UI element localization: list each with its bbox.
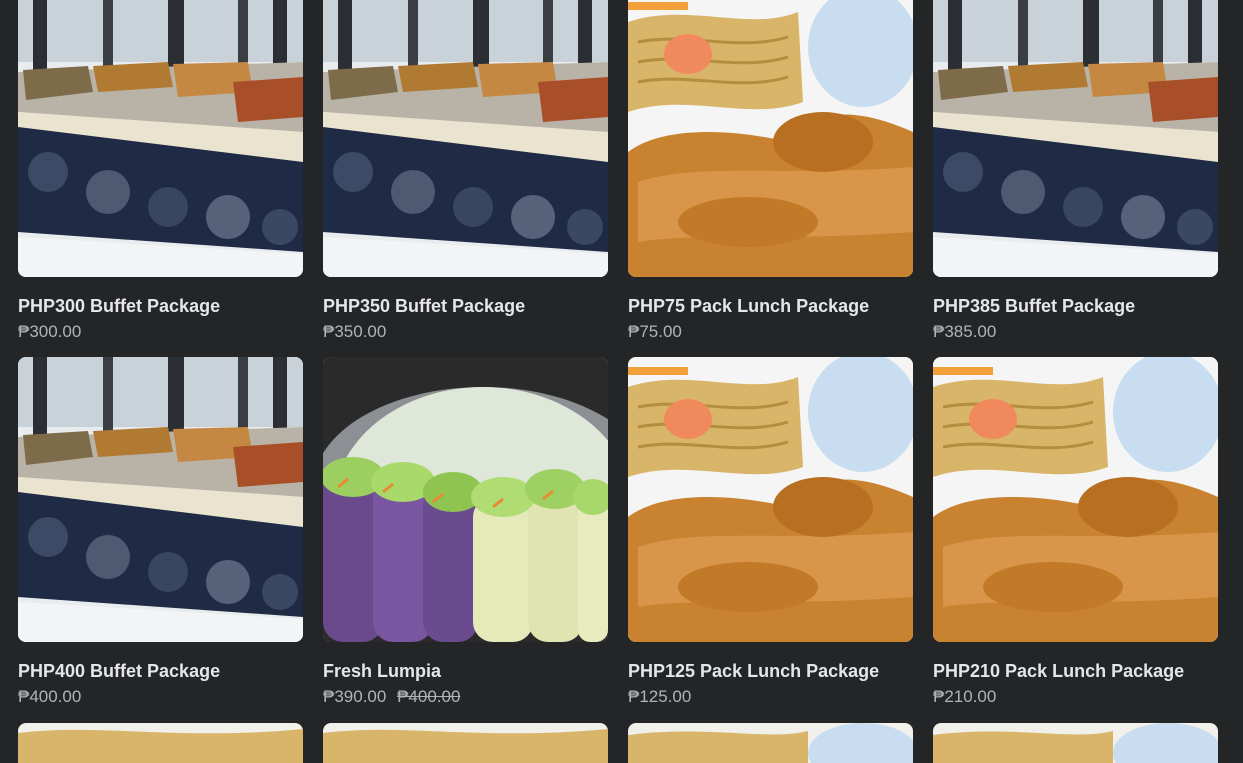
product-title[interactable]: Fresh Lumpia bbox=[323, 660, 608, 682]
product-card[interactable]: PHP75 Pack Lunch Package ₱75.00 bbox=[628, 0, 913, 357]
product-row: PHP300 Buffet Package ₱300.00 PHP350 Buf… bbox=[18, 0, 1218, 357]
product-image-lunch[interactable] bbox=[933, 357, 1218, 642]
product-image-lunch[interactable] bbox=[628, 0, 913, 277]
product-grid: PHP300 Buffet Package ₱300.00 PHP350 Buf… bbox=[18, 0, 1218, 722]
product-image-buffet[interactable] bbox=[323, 0, 608, 277]
product-title[interactable]: PHP210 Pack Lunch Package bbox=[933, 660, 1218, 682]
product-image-partial[interactable] bbox=[18, 723, 303, 763]
product-price-line: ₱390.00 ₱400.00 bbox=[323, 687, 608, 707]
product-image-partial[interactable] bbox=[628, 723, 913, 763]
product-title[interactable]: PHP400 Buffet Package bbox=[18, 660, 303, 682]
product-card[interactable]: PHP300 Buffet Package ₱300.00 bbox=[18, 0, 303, 357]
product-card[interactable]: PHP385 Buffet Package ₱385.00 bbox=[933, 0, 1218, 357]
product-price: ₱210.00 bbox=[933, 687, 997, 706]
product-card[interactable]: Fresh Lumpia ₱390.00 ₱400.00 bbox=[323, 357, 608, 722]
product-price-line: ₱125.00 bbox=[628, 687, 913, 707]
product-price-line: ₱400.00 bbox=[18, 687, 303, 707]
product-card[interactable]: PHP125 Pack Lunch Package ₱125.00 bbox=[628, 357, 913, 722]
product-original-price: ₱400.00 bbox=[397, 687, 461, 706]
product-card[interactable]: PHP350 Buffet Package ₱350.00 bbox=[323, 0, 608, 357]
product-title[interactable]: PHP350 Buffet Package bbox=[323, 295, 608, 317]
product-price: ₱385.00 bbox=[933, 322, 997, 341]
next-product-row-partial bbox=[18, 723, 1218, 763]
product-image-partial[interactable] bbox=[323, 723, 608, 763]
product-card[interactable]: PHP400 Buffet Package ₱400.00 bbox=[18, 357, 303, 722]
product-price-line: ₱75.00 bbox=[628, 322, 913, 342]
product-image-partial[interactable] bbox=[933, 723, 1218, 763]
product-price: ₱350.00 bbox=[323, 322, 387, 341]
product-title[interactable]: PHP385 Buffet Package bbox=[933, 295, 1218, 317]
product-title[interactable]: PHP75 Pack Lunch Package bbox=[628, 295, 913, 317]
product-image-lunch[interactable] bbox=[628, 357, 913, 642]
product-title[interactable]: PHP125 Pack Lunch Package bbox=[628, 660, 913, 682]
product-price-line: ₱300.00 bbox=[18, 322, 303, 342]
product-image-lumpia[interactable] bbox=[323, 357, 608, 642]
product-row: PHP400 Buffet Package ₱400.00 Fresh Lump… bbox=[18, 357, 1218, 722]
product-price-line: ₱350.00 bbox=[323, 322, 608, 342]
product-price: ₱400.00 bbox=[18, 687, 82, 706]
product-price: ₱125.00 bbox=[628, 687, 692, 706]
product-image-buffet[interactable] bbox=[18, 0, 303, 277]
product-price: ₱300.00 bbox=[18, 322, 82, 341]
product-card[interactable]: PHP210 Pack Lunch Package ₱210.00 bbox=[933, 357, 1218, 722]
product-price-line: ₱210.00 bbox=[933, 687, 1218, 707]
product-image-buffet[interactable] bbox=[18, 357, 303, 642]
product-image-buffet[interactable] bbox=[933, 0, 1218, 277]
product-price: ₱75.00 bbox=[628, 322, 682, 341]
product-price-line: ₱385.00 bbox=[933, 322, 1218, 342]
product-title[interactable]: PHP300 Buffet Package bbox=[18, 295, 303, 317]
product-price: ₱390.00 bbox=[323, 687, 387, 706]
